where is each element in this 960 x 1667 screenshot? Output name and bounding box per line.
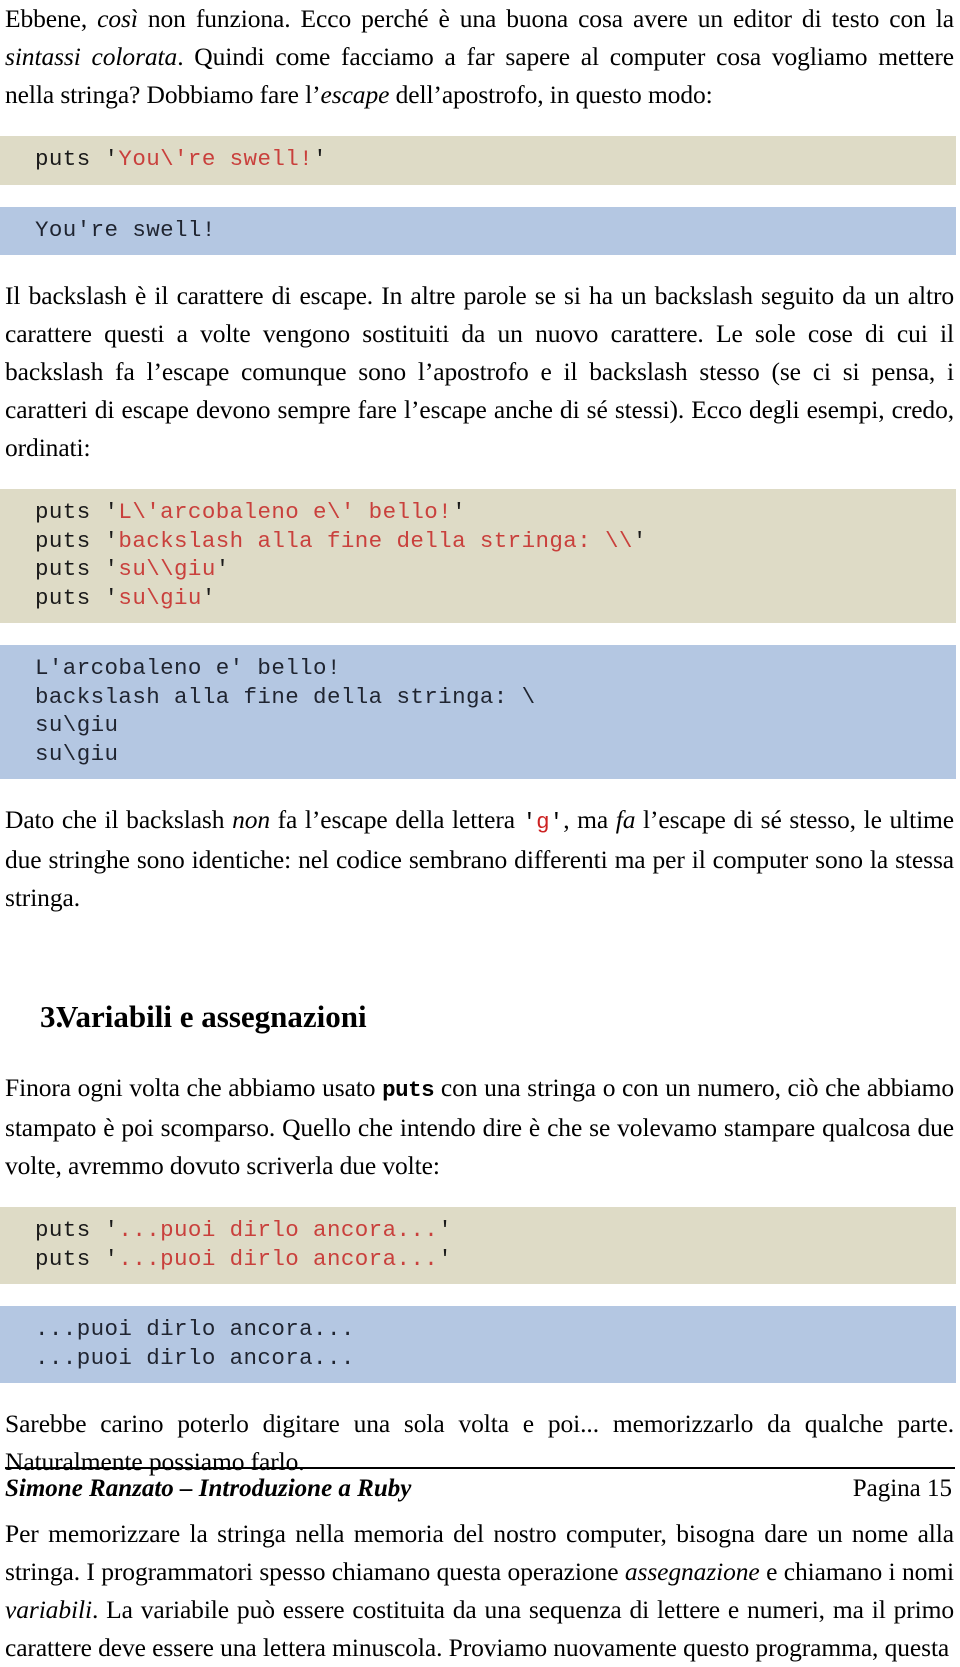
code-quote-open: ' bbox=[104, 527, 119, 554]
code-quote-close: ' bbox=[215, 556, 230, 582]
p6-part2: e chiamano i nomi bbox=[759, 1557, 954, 1586]
code-keyword: puts bbox=[35, 584, 105, 611]
quote-close: ' bbox=[549, 809, 564, 835]
code-keyword: puts bbox=[35, 527, 105, 554]
code-quote-close: ' bbox=[313, 146, 327, 172]
p3-emphasis-fa: fa bbox=[615, 805, 636, 834]
code-quote-open: ' bbox=[104, 499, 119, 525]
p1-part2: non funziona. Ecco perché è una buona co… bbox=[137, 4, 954, 33]
footer-divider bbox=[5, 1467, 955, 1469]
code-string: ...puoi dirlo ancora... bbox=[118, 1245, 439, 1272]
code-string: su\\giu bbox=[118, 556, 216, 582]
code-quote-close: ' bbox=[438, 1245, 453, 1272]
footer-page-number: Pagina 15 bbox=[852, 1475, 952, 1502]
code-string: su\giu bbox=[118, 584, 202, 611]
p3-part3: , ma bbox=[563, 805, 616, 834]
code-string: backslash alla fine della stringa: \\ bbox=[118, 527, 633, 554]
p3-part2: fa l’escape della lettera bbox=[270, 805, 523, 834]
p6-emphasis-assegnazione: assegnazione bbox=[624, 1557, 760, 1586]
code-keyword: puts bbox=[35, 1217, 105, 1243]
code-string: L\'arcobaleno e\' bello! bbox=[118, 499, 453, 525]
p1-emphasis-cosi: così bbox=[97, 4, 138, 33]
document-page: Ebbene, così non funziona. Ecco perché è… bbox=[0, 0, 960, 1662]
paragraph-memorizzare: Per memorizzare la stringa nella memoria… bbox=[0, 1515, 960, 1667]
code-quote-close: ' bbox=[201, 584, 216, 611]
code-quote-open: ' bbox=[104, 584, 119, 611]
p3-part1: Dato che il backslash bbox=[5, 805, 233, 834]
paragraph-intro: Ebbene, così non funziona. Ecco perché è… bbox=[0, 0, 960, 114]
footer-document-title: Simone Ranzato – Introduzione a Ruby bbox=[5, 1475, 412, 1502]
paragraph-finora-puts: Finora ogni volta che abbiamo usato puts… bbox=[0, 1069, 960, 1185]
p1-emphasis-sintassi-colorata: sintassi colorata bbox=[5, 42, 178, 71]
p6-emphasis-variabili: variabili bbox=[5, 1595, 92, 1624]
code-quote-open: ' bbox=[104, 556, 119, 582]
inline-code-letter-g: 'g' bbox=[523, 809, 564, 835]
footer-row: Simone Ranzato – Introduzione a Ruby Pag… bbox=[5, 1475, 954, 1503]
paragraph-identical-strings: Dato che il backslash non fa l’escape de… bbox=[0, 801, 960, 917]
paragraph-backslash-explanation: Il backslash è il carattere di escape. I… bbox=[5, 281, 954, 462]
output-block-1: You're swell! bbox=[0, 206, 956, 255]
code-quote-close: ' bbox=[632, 527, 647, 554]
code-keyword: puts bbox=[35, 1245, 105, 1272]
inline-code-puts: puts bbox=[382, 1077, 435, 1103]
page-footer: Simone Ranzato – Introduzione a Ruby Pag… bbox=[0, 1467, 960, 1503]
p3-emphasis-non: non bbox=[232, 805, 271, 834]
section-heading-variabili: 3. Variabili e assegnazioni bbox=[0, 999, 960, 1035]
code-string: ...puoi dirlo ancora... bbox=[118, 1217, 439, 1243]
p1-emphasis-escape: escape bbox=[320, 80, 390, 109]
heading-text: Variabili e assegnazioni bbox=[56, 999, 367, 1034]
code-string: You\'re swell! bbox=[118, 146, 314, 172]
code-keyword: puts bbox=[35, 499, 105, 525]
code-quote-close: ' bbox=[438, 1217, 453, 1243]
code-block-escape-apostrophe: puts 'You\'re swell!' bbox=[0, 136, 956, 185]
code-quote-open: ' bbox=[104, 146, 119, 172]
letter-g: g bbox=[536, 809, 550, 835]
code-block-puts-twice: puts '...puoi dirlo ancora...' puts '...… bbox=[0, 1207, 956, 1284]
code-keyword: puts bbox=[35, 556, 105, 582]
heading-number: 3. bbox=[40, 999, 64, 1034]
code-keyword: puts bbox=[35, 146, 105, 172]
p4-part1: Finora ogni volta che abbiamo usato bbox=[5, 1073, 383, 1102]
output-block-3: ...puoi dirlo ancora... ...puoi dirlo an… bbox=[0, 1306, 956, 1383]
code-quote-close: ' bbox=[452, 499, 466, 525]
p1-part1: Ebbene, bbox=[5, 4, 98, 33]
code-quote-open: ' bbox=[104, 1245, 119, 1272]
p6-part3: . La variabile può essere costituita da … bbox=[5, 1595, 954, 1662]
output-block-2: L'arcobaleno e' bello! backslash alla fi… bbox=[0, 645, 956, 779]
quote-open: ' bbox=[522, 809, 537, 835]
code-block-escape-examples: puts 'L\'arcobaleno e\' bello!' puts 'ba… bbox=[0, 489, 956, 623]
p1-part4: dell’apostrofo, in questo modo: bbox=[389, 80, 713, 109]
code-quote-open: ' bbox=[104, 1217, 119, 1243]
